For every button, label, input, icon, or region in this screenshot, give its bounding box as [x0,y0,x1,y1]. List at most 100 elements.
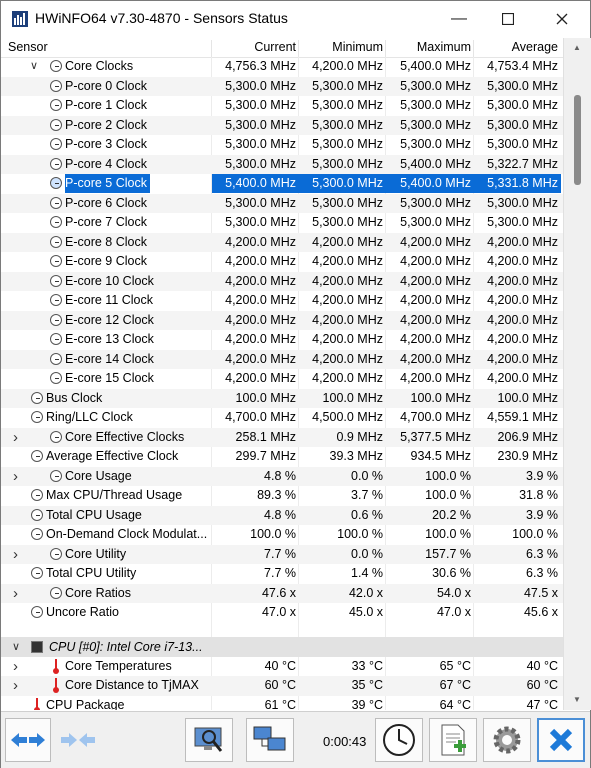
sensor-row[interactable]: CPU Package 61 °C 39 °C 64 °C 47 °C [1,696,563,710]
value-maximum: 5,300.0 MHz [400,137,471,151]
sensor-row[interactable]: Average Effective Clock 299.7 MHz 39.3 MHz… [1,447,563,467]
scrollbar-thumb[interactable] [574,95,581,185]
expand-chevron-icon[interactable]: ∨ [30,57,38,76]
value-minimum: 5,300.0 MHz [312,195,383,210]
sensor-row[interactable]: Uncore Ratio 47.0 x 45.0 x 47.0 x 45.6 x [1,603,563,623]
nav-left-right-button[interactable] [5,718,51,762]
sensor-name-cell: › Core Distance to TjMAX [1,676,212,695]
sensor-row[interactable]: › Core Usage 4.8 % 0.0 % 100.0 % 3.9 % [1,466,563,486]
expand-chevron-icon[interactable]: ∨ [12,637,20,657]
nav-collapse-button[interactable] [54,718,102,762]
clock-sensor-icon [50,216,62,228]
sensor-row[interactable]: E-core 12 Clock 4,200.0 MHz 4,200.0 MHz 4,2… [1,310,563,330]
value-minimum: 5,300.0 MHz [312,98,383,112]
sensor-row[interactable]: E-core 9 Clock 4,200.0 MHz 4,200.0 MHz 4,20… [1,252,563,272]
title-bar[interactable]: HWiNFO64 v7.30-4870 - Sensors Status — [1,1,590,37]
settings-button[interactable] [483,718,531,762]
value-current: 5,400.0 MHz [212,174,299,193]
sensor-row[interactable]: E-core 10 Clock 4,200.0 MHz 4,200.0 MHz 4,2… [1,271,563,291]
collapse-chevron-icon[interactable]: › [13,676,18,695]
sensor-row[interactable]: P-core 5 Clock 5,400.0 MHz 5,300.0 MHz 5,40… [1,174,563,194]
logging-button[interactable] [429,718,477,762]
network-button[interactable] [246,718,294,762]
sensor-name-cell: E-core 9 Clock [1,252,212,271]
value-average: 6.3 % [526,566,558,580]
collapse-chevron-icon[interactable]: › [13,584,18,603]
collapse-chevron-icon[interactable]: › [13,467,18,486]
elapsed-timer: 0:00:43 [323,734,367,749]
sensor-row[interactable]: › Core Effective Clocks 258.1 MHz 0.9 MHz 5,… [1,427,563,447]
close-sensors-button[interactable] [537,718,585,762]
sensor-row[interactable]: P-core 0 Clock 5,300.0 MHz 5,300.0 MHz 5,30… [1,76,563,96]
sensor-name-cell: E-core 14 Clock [1,350,212,369]
sensor-label: E-core 15 Clock [65,371,154,385]
sensor-name-cell: E-core 13 Clock [1,330,212,349]
scroll-down-icon[interactable]: ▼ [564,692,590,708]
header-sensor[interactable]: Sensor [8,40,48,54]
value-current: 5,300.0 MHz [225,117,296,132]
value-average: 5,331.8 MHz [474,174,561,193]
value-current: 60 °C [264,678,296,692]
header-minimum[interactable]: Minimum [299,40,383,54]
collapse-chevron-icon[interactable]: › [13,428,18,447]
sensor-row[interactable]: P-core 6 Clock 5,300.0 MHz 5,300.0 MHz 5,30… [1,193,563,213]
sensor-label: P-core 1 Clock [65,98,147,112]
clock-sensor-icon [31,606,43,618]
value-current: 5,300.0 MHz [225,195,296,210]
sensor-row[interactable]: P-core 7 Clock 5,300.0 MHz 5,300.0 MHz 5,30… [1,213,563,233]
clock-sensor-icon [31,489,43,501]
sensor-row[interactable]: ∨ Core Clocks 4,756.3 MHz 4,200.0 MHz 5,400.… [1,57,563,77]
sensor-row[interactable]: P-core 3 Clock 5,300.0 MHz 5,300.0 MHz 5,30… [1,135,563,155]
header-average[interactable]: Average [474,40,558,54]
collapse-chevron-icon[interactable]: › [13,657,18,676]
sensor-row[interactable]: P-core 4 Clock 5,300.0 MHz 5,300.0 MHz 5,40… [1,154,563,174]
maximize-button[interactable] [485,1,531,37]
sensor-row[interactable]: E-core 14 Clock 4,200.0 MHz 4,200.0 MHz 4,2… [1,349,563,369]
minimize-button[interactable]: — [436,1,482,37]
double-arrow-icon [11,733,45,747]
sensor-row[interactable]: Total CPU Utility 7.7 % 1.4 % 30.6 % 6.3 % [1,564,563,584]
value-minimum: 5,300.0 MHz [312,137,383,151]
sensor-row[interactable]: › Core Utility 7.7 % 0.0 % 157.7 % 6.3 % [1,544,563,564]
reset-timer-button[interactable] [375,718,423,762]
clock-sensor-icon [50,547,62,560]
sensor-name-cell: On-Demand Clock Modulat... [1,525,212,544]
sensor-row[interactable]: P-core 1 Clock 5,300.0 MHz 5,300.0 MHz 5,30… [1,96,563,116]
sensor-search-button[interactable] [185,718,233,762]
close-window-button[interactable] [539,1,585,37]
clock-sensor-icon [50,352,62,365]
sensor-row[interactable]: › Core Distance to TjMAX 60 °C 35 °C 67 °C 60… [1,676,563,696]
value-minimum: 4,200.0 MHz [312,351,383,366]
value-average: 4,200.0 MHz [487,234,558,249]
sensor-name-cell: P-core 7 Clock [1,213,212,232]
header-maximum[interactable]: Maximum [386,40,471,54]
collapse-chevron-icon[interactable]: › [13,545,18,564]
sensor-row[interactable]: › Core Ratios 47.6 x 42.0 x 54.0 x 47.5 x [1,583,563,603]
sensor-row[interactable]: On-Demand Clock Modulat... 100.0 % 100.0 %… [1,525,563,545]
cpu-sensor-group[interactable]: ∨ CPU [#0]: Intel Core i7-13... [1,636,563,657]
sensor-row[interactable]: Bus Clock 100.0 MHz 100.0 MHz 100.0 MHz 100.… [1,388,563,408]
sensor-row[interactable]: Max CPU/Thread Usage 89.3 % 3.7 % 100.0 % 31… [1,486,563,506]
sensor-row[interactable]: E-core 8 Clock 4,200.0 MHz 4,200.0 MHz 4,20… [1,232,563,252]
sensor-row[interactable]: E-core 15 Clock 4,200.0 MHz 4,200.0 MHz 4,2… [1,369,563,389]
value-current: 4,200.0 MHz [225,351,296,366]
value-average: 4,753.4 MHz [487,59,558,73]
sensor-row[interactable]: Ring/LLC Clock 4,700.0 MHz 4,500.0 MHz 4,70… [1,408,563,428]
sensor-name-cell: P-core 2 Clock [1,116,212,135]
value-current: 4,200.0 MHz [225,332,296,346]
sensor-grid[interactable]: Sensor Current Minimum Maximum Average ∨… [1,38,563,710]
sensor-row[interactable]: E-core 13 Clock 4,200.0 MHz 4,200.0 MHz 4,2… [1,330,563,350]
header-current[interactable]: Current [212,40,296,54]
sensor-row[interactable]: Total CPU Usage 4.8 % 0.6 % 20.2 % 3.9 % [1,505,563,525]
sensor-row[interactable]: E-core 11 Clock 4,200.0 MHz 4,200.0 MHz 4,2… [1,291,563,311]
value-current: 4,200.0 MHz [225,273,296,288]
sensor-row[interactable]: › Core Temperatures 40 °C 33 °C 65 °C 40 °C [1,657,563,677]
clock-sensor-icon [31,450,43,462]
sensor-label: P-core 5 Clock [65,174,150,193]
clock-sensor-icon [50,469,62,482]
scroll-up-icon[interactable]: ▲ [564,40,590,56]
vertical-scrollbar[interactable]: ▲ ▼ [563,38,591,710]
sensor-row[interactable]: P-core 2 Clock 5,300.0 MHz 5,300.0 MHz 5,30… [1,115,563,135]
value-average: 60 °C [526,678,558,692]
clock-sensor-icon [50,60,62,72]
